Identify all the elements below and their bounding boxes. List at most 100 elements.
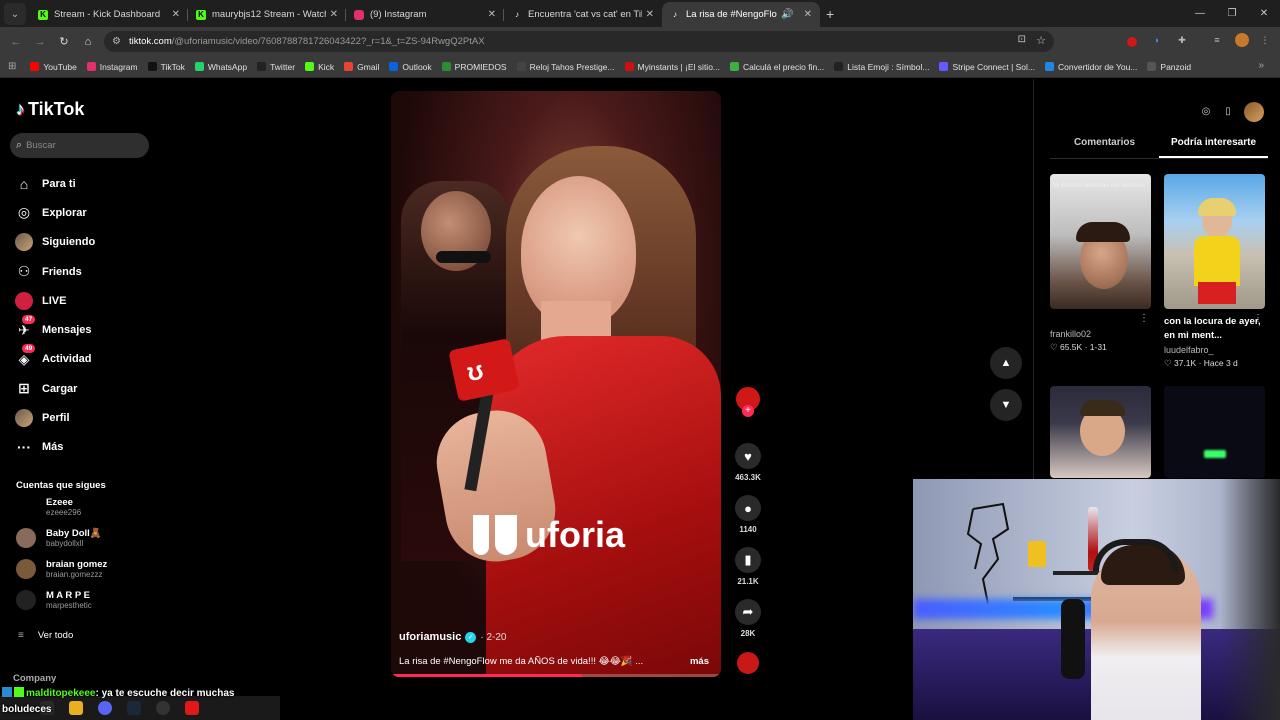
- close-tab-icon[interactable]: ✕: [488, 9, 496, 20]
- forward-icon[interactable]: →: [28, 36, 52, 48]
- save-button[interactable]: ▮ 21.1K: [730, 547, 766, 586]
- nav-item-profile[interactable]: Perfil: [14, 403, 95, 432]
- bookmark-item[interactable]: Instagram: [86, 62, 138, 72]
- more-bookmarks-icon[interactable]: »: [1258, 60, 1264, 71]
- restore-icon[interactable]: ❐: [1216, 8, 1248, 19]
- panel-tabs: Comentarios Podría interesarte: [1050, 137, 1268, 159]
- suggested-video-card[interactable]: [1050, 386, 1151, 478]
- nav-item-friends[interactable]: ⚇ Friends: [14, 257, 95, 286]
- bookmark-item[interactable]: YouTube: [30, 62, 77, 72]
- bookmark-item[interactable]: Twitter: [257, 62, 295, 72]
- browser-tab[interactable]: K Stream - Kick Dashboard ✕: [30, 2, 188, 27]
- bookmark-item[interactable]: Lista Emoji : Símbol...: [834, 62, 929, 72]
- extension-icon[interactable]: [1127, 37, 1137, 47]
- nav-item-following[interactable]: Siguiendo: [14, 228, 95, 257]
- company-heading[interactable]: Company: [13, 673, 56, 684]
- home-icon[interactable]: ⌂: [76, 36, 100, 48]
- profile-avatar[interactable]: [1235, 33, 1249, 47]
- nav-label: Friends: [42, 265, 82, 278]
- audio-icon[interactable]: 🔊: [781, 9, 793, 20]
- account-handle: marpesthetic: [46, 601, 92, 610]
- video-progress-bar[interactable]: [391, 674, 721, 677]
- chat-badge-icon: [2, 687, 12, 697]
- bookmark-item[interactable]: Calculá el precio fin...: [730, 62, 824, 72]
- back-icon[interactable]: ←: [4, 36, 28, 48]
- nav-item-compass[interactable]: ◎ Explorar: [14, 198, 95, 227]
- following-account[interactable]: Baby Doll🧸 babydollxll: [16, 528, 102, 548]
- device-icon[interactable]: ▯: [1220, 104, 1236, 120]
- address-bar[interactable]: ⚙ tiktok.com/@uforiamusic/video/76087887…: [104, 31, 1054, 52]
- nav-item-activity[interactable]: ◈ 49 Actividad: [14, 344, 95, 374]
- tab-might-interest[interactable]: Podría interesarte: [1159, 137, 1268, 158]
- tiktok-logo[interactable]: ♪ TikTok: [16, 99, 84, 120]
- nav-item-live[interactable]: LIVE: [14, 286, 95, 315]
- uforia-logo-icon: [471, 511, 519, 559]
- bookmark-item[interactable]: Panzoid: [1147, 62, 1191, 72]
- card-more-icon[interactable]: ⋮: [1139, 313, 1149, 324]
- see-all-link[interactable]: ≡ Ver todo: [18, 630, 73, 641]
- bookmark-item[interactable]: TikTok: [147, 62, 185, 72]
- suggested-video-card[interactable]: Mi chistes deberían ser buenos... franki…: [1050, 174, 1151, 353]
- following-account[interactable]: braian gomez braian.gomezzz: [16, 559, 107, 579]
- bookmark-item[interactable]: Reloj Tahos Prestige...: [516, 62, 615, 72]
- bookmark-item[interactable]: WhatsApp: [194, 62, 247, 72]
- site-info-icon[interactable]: ⚙: [112, 36, 121, 47]
- minimize-icon[interactable]: —: [1184, 8, 1216, 19]
- reload-icon[interactable]: ↻: [52, 35, 76, 48]
- bookmarks-bar: ⊞ YouTube Instagram TikTok WhatsApp Twitter K…: [0, 56, 1280, 78]
- follow-plus-icon[interactable]: +: [742, 405, 754, 417]
- browser-tab[interactable]: ♪ Encuentra 'cat vs cat' en TikTok ✕: [504, 2, 662, 27]
- following-account[interactable]: Ezeee ezeee296: [16, 497, 81, 517]
- nav-label: Explorar: [42, 206, 87, 219]
- bookmark-item[interactable]: Outlook: [389, 62, 432, 72]
- search-input[interactable]: ⌕ Buscar: [10, 133, 149, 158]
- following-account[interactable]: M A R P Emarpesthetic: [16, 590, 92, 610]
- suggested-video-card[interactable]: con la locura de ayer, en mi ment... luu…: [1164, 174, 1265, 369]
- nav-item-home[interactable]: ⌂ Para ti: [14, 169, 95, 198]
- bookmark-item[interactable]: Convertidor de You...: [1045, 62, 1137, 72]
- card-more-icon[interactable]: ⋮: [1253, 313, 1263, 324]
- close-window-icon[interactable]: ✕: [1248, 8, 1280, 19]
- browser-tab[interactable]: (9) Instagram ✕: [346, 2, 504, 27]
- new-tab-icon[interactable]: +: [826, 6, 834, 22]
- previous-video-button[interactable]: ▲: [990, 347, 1022, 379]
- next-video-button[interactable]: ▼: [990, 389, 1022, 421]
- nav-item-messages[interactable]: ✈ 47 Mensajes: [14, 315, 95, 344]
- bookmark-item[interactable]: Kick: [305, 62, 334, 72]
- user-avatar[interactable]: [1244, 102, 1264, 122]
- share-button[interactable]: ➦ 28K: [730, 599, 766, 638]
- extension-icon[interactable]: ◗: [1150, 33, 1164, 47]
- bookmark-item[interactable]: PROMIEDOS: [441, 62, 507, 72]
- tab-search-icon[interactable]: ⌄: [4, 3, 26, 25]
- more-caption-button[interactable]: más: [690, 656, 709, 667]
- nav-item-upload[interactable]: ⊞ Cargar: [14, 374, 95, 403]
- bookmark-star-icon[interactable]: ☆: [1036, 34, 1046, 47]
- extensions-puzzle-icon[interactable]: ✚: [1175, 33, 1189, 47]
- comment-button[interactable]: ● 1140: [730, 495, 766, 534]
- apps-grid-icon[interactable]: ⊞: [8, 61, 16, 72]
- close-tab-icon[interactable]: ✕: [646, 9, 654, 20]
- card-username[interactable]: frankillo02: [1050, 329, 1151, 339]
- media-icon[interactable]: ≡: [1210, 33, 1224, 47]
- tab-comments[interactable]: Comentarios: [1050, 137, 1159, 158]
- browser-tab[interactable]: K maurybjs12 Stream - Watch Live ✕: [188, 2, 346, 27]
- close-tab-icon[interactable]: ✕: [172, 9, 180, 20]
- account-handle: ezeee296: [46, 508, 82, 517]
- install-app-icon[interactable]: ⊡: [1018, 34, 1026, 45]
- close-tab-icon[interactable]: ✕: [804, 9, 812, 20]
- suggested-video-card[interactable]: [1164, 386, 1265, 478]
- browser-menu-icon[interactable]: ⋮: [1258, 33, 1272, 47]
- compass-icon[interactable]: ◎: [1198, 104, 1214, 120]
- video-player[interactable]: ʊ uforia uforiamusic ✓ · 2-20 La risa de…: [391, 91, 721, 677]
- close-tab-icon[interactable]: ✕: [330, 9, 338, 20]
- nav-item-more[interactable]: ··· Más: [14, 433, 95, 462]
- bookmark-item[interactable]: Myinstants | ¡El sitio...: [624, 62, 720, 72]
- bookmark-item[interactable]: Gmail: [344, 62, 379, 72]
- video-author[interactable]: uforiamusic ✓ · 2-20: [399, 631, 506, 643]
- bookmark-label: Kick: [318, 61, 335, 72]
- bookmark-item[interactable]: Stripe Connect | Sol...: [939, 62, 1035, 72]
- music-disc-icon[interactable]: [737, 652, 759, 674]
- card-username[interactable]: luudelfabro_: [1164, 345, 1265, 355]
- browser-tab-active[interactable]: ♪ La risa de #NengoFlow me 🔊 ✕: [662, 2, 820, 27]
- like-button[interactable]: ♥ 463.3K: [730, 443, 766, 482]
